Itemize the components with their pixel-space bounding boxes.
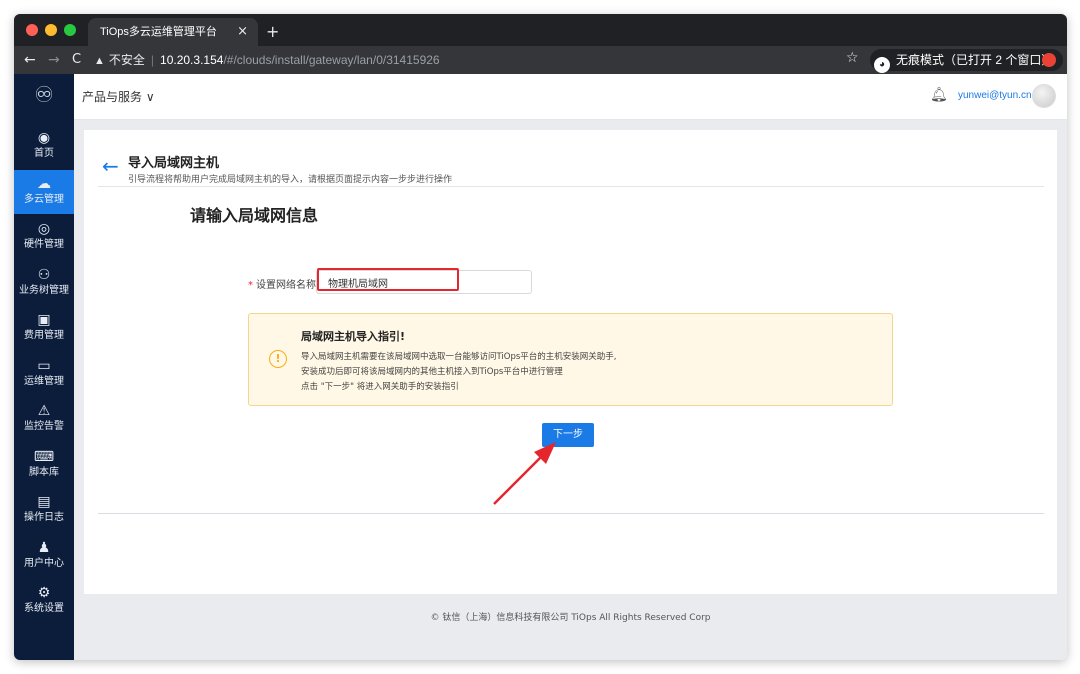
maximize-window-button[interactable] bbox=[64, 24, 76, 36]
sidebar-item[interactable]: ♟ 用户中心 bbox=[14, 534, 74, 578]
sidebar-item[interactable]: ☁ 多云管理 bbox=[14, 169, 74, 214]
sidebar-item-label: 首页 bbox=[34, 148, 54, 159]
alert-icon: ⚠ bbox=[37, 403, 51, 419]
log-icon: ▤ bbox=[37, 494, 51, 510]
hardware-icon: ◎ bbox=[37, 221, 51, 237]
guide-alert: ! 局域网主机导入指引! 导入局域网主机需要在该局域网中选取一台能够访问TiOp… bbox=[248, 313, 893, 406]
sidebar-item[interactable]: ⚇ 业务树管理 bbox=[14, 261, 74, 305]
sidebar-item[interactable]: ⚙ 系统设置 bbox=[14, 579, 74, 623]
network-name-label: * 设置网络名称 bbox=[248, 276, 316, 291]
browser-tab[interactable]: TiOps多云运维管理平台 × bbox=[88, 18, 258, 46]
tree-icon: ⚇ bbox=[37, 266, 51, 283]
warning-icon: ▲ bbox=[94, 55, 105, 67]
sidebar-item-label: 业务树管理 bbox=[19, 284, 69, 296]
sidebar-item[interactable]: ▭ 运维管理 bbox=[14, 352, 74, 396]
network-name-label-text: 设置网络名称 bbox=[256, 280, 316, 291]
guide-line: 导入局域网主机需要在该局域网中选取一台能够访问TiOps平台的主机安装网关助手, bbox=[301, 352, 617, 362]
bookmark-star-icon[interactable]: ☆ bbox=[846, 50, 859, 66]
url-path: /#/clouds/install/gateway/lan/0/31415926 bbox=[223, 53, 440, 67]
app-header: 产品与服务 ∨ 🔔︎ yunwei@tyun.cn bbox=[74, 74, 1067, 120]
dashboard-icon: ◉ bbox=[37, 130, 51, 146]
address-bar[interactable]: ▲ 不安全 | 10.20.3.154/#/clouds/install/gatewa… bbox=[94, 49, 874, 71]
main-card: ← 导入局域网主机 引导流程将帮助用户完成局域网主机的导入，请根据页面提示内容一… bbox=[84, 130, 1057, 594]
products-menu[interactable]: 产品与服务 ∨ bbox=[82, 88, 155, 105]
sidebar-item[interactable]: ▣ 费用管理 bbox=[14, 306, 74, 350]
sidebar-item[interactable]: ◎ 硬件管理 bbox=[14, 215, 74, 259]
url-host: 10.20.3.154 bbox=[160, 53, 224, 67]
network-name-input[interactable] bbox=[316, 270, 532, 294]
guide-line: 点击 "下一步" 将进入网关助手的安装指引 bbox=[301, 382, 459, 392]
incognito-icon: ◕ bbox=[874, 57, 890, 73]
user-email[interactable]: yunwei@tyun.cn bbox=[958, 90, 1032, 101]
incognito-indicator[interactable]: ◕ 无痕模式（已打开 2 个窗口） bbox=[870, 49, 1064, 73]
extension-icon[interactable] bbox=[1042, 53, 1056, 67]
tab-close-icon[interactable]: × bbox=[237, 18, 248, 46]
sidebar-item-label: 操作日志 bbox=[24, 512, 64, 523]
info-icon: ! bbox=[269, 350, 287, 368]
title-bar: TiOps多云运维管理平台 × + bbox=[14, 14, 1067, 46]
browser-window: TiOps多云运维管理平台 × + ← → C ▲ 不安全 | 10.20.3.154… bbox=[14, 14, 1067, 660]
arrow-shaft bbox=[493, 451, 547, 505]
script-icon: ⌨ bbox=[33, 448, 55, 465]
settings-icon: ⚙ bbox=[37, 585, 51, 601]
sidebar-item[interactable]: ⚠ 监控告警 bbox=[14, 397, 74, 441]
minimize-window-button[interactable] bbox=[45, 24, 57, 36]
avatar[interactable] bbox=[1032, 84, 1056, 108]
guide-line: 安装成功后即可将该局域网内的其他主机接入到TiOps平台中进行管理 bbox=[301, 367, 563, 377]
sidebar-item-label: 监控告警 bbox=[24, 421, 64, 432]
security-label: 不安全 bbox=[108, 53, 145, 67]
address-toolbar: ← → C ▲ 不安全 | 10.20.3.154/#/clouds/install/… bbox=[14, 46, 1067, 74]
sidebar-item-label: 系统设置 bbox=[24, 603, 64, 614]
sidebar-item-label: 费用管理 bbox=[24, 330, 64, 341]
sidebar-item[interactable]: ⌨ 脚本库 bbox=[14, 443, 74, 487]
sidebar-item-label: 运维管理 bbox=[24, 375, 64, 387]
cloud-icon: ☁ bbox=[37, 175, 51, 192]
bell-icon[interactable]: 🔔︎ bbox=[930, 87, 948, 103]
sidebar: ♾ ◉ 首页 ☁ 多云管理 ◎ 硬件管理 ⚇ 业务树管理 ▣ 费用管理 ▭ 运维管理 ⚠ 监控告警 ⌨ 脚本库… bbox=[14, 74, 74, 660]
back-arrow-icon[interactable]: ← bbox=[24, 51, 36, 69]
logo-icon[interactable]: ♾ bbox=[30, 85, 58, 107]
billing-icon: ▣ bbox=[37, 312, 51, 328]
back-icon[interactable]: ← bbox=[102, 154, 119, 178]
sidebar-item-label: 多云管理 bbox=[24, 193, 64, 205]
sidebar-item-label: 脚本库 bbox=[29, 466, 59, 478]
page-subtitle: 引导流程将帮助用户完成局域网主机的导入，请根据页面提示内容一步步进行操作 bbox=[128, 175, 453, 185]
monitor-icon: ▭ bbox=[37, 357, 51, 374]
guide-title: 局域网主机导入指引! bbox=[301, 330, 406, 343]
user-icon: ♟ bbox=[37, 539, 51, 556]
sidebar-item-label: 用户中心 bbox=[24, 557, 64, 569]
close-window-button[interactable] bbox=[26, 24, 38, 36]
footer: © 钛信（上海）信息科技有限公司 TiOps All Rights Reserv… bbox=[430, 613, 711, 623]
sidebar-item[interactable]: ◉ 首页 bbox=[14, 124, 74, 168]
tab-title: TiOps多云运维管理平台 bbox=[100, 26, 217, 38]
section-title: 请输入局域网信息 bbox=[190, 206, 319, 225]
divider bbox=[98, 513, 1044, 514]
page-title: 导入局域网主机 bbox=[128, 156, 220, 171]
url-separator: | bbox=[150, 53, 155, 67]
forward-arrow-icon[interactable]: → bbox=[48, 51, 60, 69]
divider bbox=[98, 186, 1044, 187]
new-tab-button[interactable]: + bbox=[266, 18, 279, 46]
arrow-annotation bbox=[493, 442, 556, 505]
required-mark: * bbox=[248, 280, 253, 291]
reload-icon[interactable]: C bbox=[72, 51, 81, 69]
incognito-label: 无痕模式（已打开 2 个窗口） bbox=[896, 53, 1054, 67]
sidebar-item-label: 硬件管理 bbox=[24, 239, 64, 250]
sidebar-item[interactable]: ▤ 操作日志 bbox=[14, 488, 74, 532]
